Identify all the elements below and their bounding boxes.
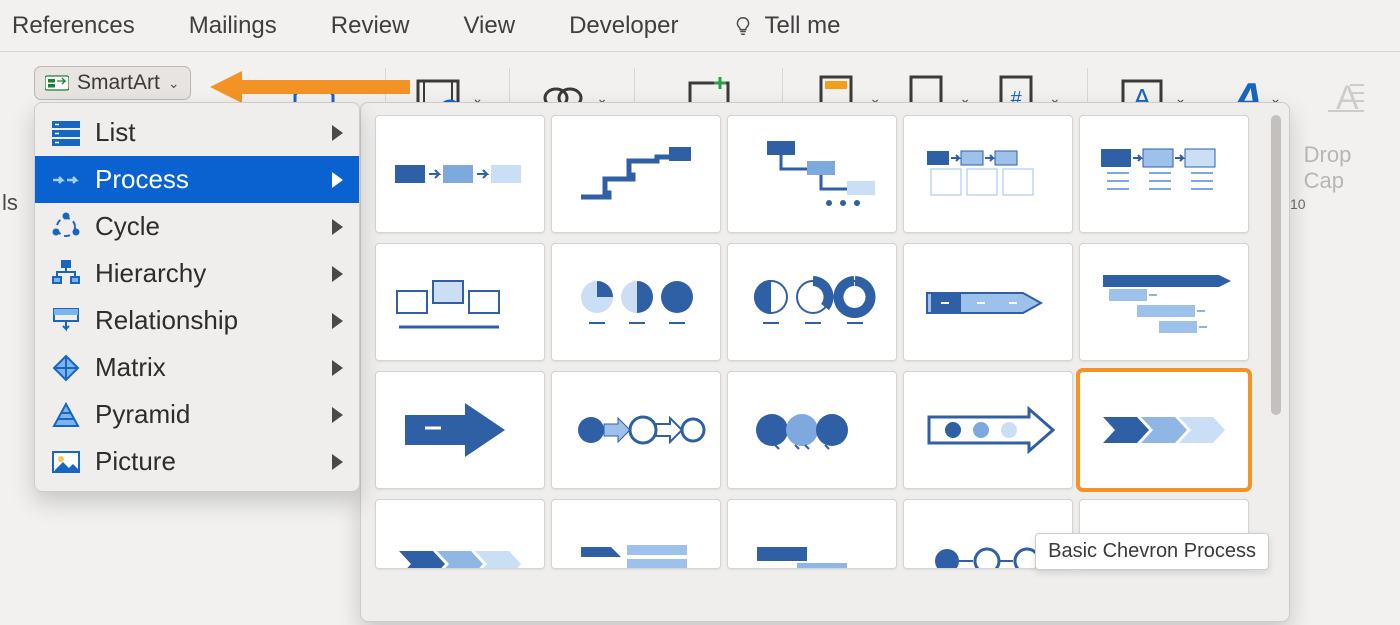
process-thumb-dotted-arrow[interactable]	[903, 371, 1073, 489]
process-thumb-circle-arrows[interactable]	[551, 371, 721, 489]
smartart-process-gallery: Basic Chevron Process	[360, 102, 1290, 622]
gallery-tooltip: Basic Chevron Process	[1035, 533, 1269, 570]
tab-review[interactable]: Review	[331, 12, 410, 40]
category-label: Pyramid	[95, 399, 190, 430]
smartart-label: SmartArt	[77, 71, 160, 95]
pyramid-icon	[51, 400, 81, 430]
left-stub-label: ls	[0, 190, 20, 216]
submenu-arrow-icon	[332, 125, 343, 141]
submenu-arrow-icon	[332, 172, 343, 188]
process-thumb-picture-accent[interactable]	[375, 243, 545, 361]
dropcap-button: A	[1318, 62, 1372, 134]
scrollbar-thumb[interactable]	[1271, 115, 1281, 415]
chevron-down-icon: ⌄	[168, 75, 180, 92]
smartart-category-relationship[interactable]: Relationship	[35, 297, 359, 344]
process-thumb-arrow-ribbon[interactable]	[903, 243, 1073, 361]
category-label: Picture	[95, 446, 176, 477]
smartart-category-hierarchy[interactable]: Hierarchy	[35, 250, 359, 297]
smartart-category-menu: List Process Cycle Hierarchy	[34, 102, 360, 492]
process-thumb-staggered[interactable]	[727, 499, 897, 569]
ribbon-tabs: References Mailings Review View Develope…	[0, 0, 1400, 52]
relationship-icon	[51, 306, 81, 336]
dropcap-label: Drop Cap	[1304, 142, 1386, 194]
lightbulb-icon	[732, 15, 754, 37]
process-thumb-segmented[interactable]	[551, 499, 721, 569]
category-label: Matrix	[95, 352, 166, 383]
process-thumb-large-arrow[interactable]	[375, 371, 545, 489]
tab-developer[interactable]: Developer	[569, 12, 678, 40]
submenu-arrow-icon	[332, 454, 343, 470]
submenu-arrow-icon	[332, 266, 343, 282]
smartart-icon	[45, 74, 69, 92]
submenu-arrow-icon	[332, 360, 343, 376]
submenu-arrow-icon	[332, 313, 343, 329]
smartart-category-pyramid[interactable]: Pyramid	[35, 391, 359, 438]
submenu-arrow-icon	[332, 407, 343, 423]
process-thumb-basic-process[interactable]	[375, 115, 545, 233]
ribbon: SmartArt ⌄ ⌄ ⌄ Media	[0, 52, 1400, 212]
category-label: Relationship	[95, 305, 238, 336]
smartart-category-list[interactable]: List	[35, 109, 359, 156]
smartart-category-picture[interactable]: Picture	[35, 438, 359, 485]
ruler-mark: 10	[1290, 196, 1306, 212]
category-label: Cycle	[95, 211, 160, 242]
tab-mailings[interactable]: Mailings	[189, 12, 277, 40]
process-icon	[51, 165, 81, 195]
tab-tell-me[interactable]: Tell me	[732, 12, 840, 40]
category-label: Hierarchy	[95, 258, 206, 289]
smartart-category-matrix[interactable]: Matrix	[35, 344, 359, 391]
category-label: Process	[95, 164, 189, 195]
process-thumb-pie-process[interactable]	[551, 243, 721, 361]
cycle-icon	[51, 212, 81, 242]
process-thumb-step-up[interactable]	[551, 115, 721, 233]
process-thumb-converging-arrows[interactable]	[1079, 243, 1249, 361]
matrix-icon	[51, 353, 81, 383]
process-thumb-alternating-flow[interactable]	[1079, 115, 1249, 233]
hierarchy-icon	[51, 259, 81, 289]
picture-icon	[51, 447, 81, 477]
submenu-arrow-icon	[332, 219, 343, 235]
process-thumb-accent-process[interactable]	[903, 115, 1073, 233]
tab-references[interactable]: References	[12, 12, 135, 40]
process-thumb-chevron-accent[interactable]	[375, 499, 545, 569]
dropcap-icon: A	[1318, 71, 1372, 125]
process-thumb-interconnected-circles[interactable]	[727, 371, 897, 489]
group-dropcap: A Drop Cap	[1304, 62, 1386, 194]
process-thumb-step-down[interactable]	[727, 115, 897, 233]
smartart-category-cycle[interactable]: Cycle	[35, 203, 359, 250]
tab-view[interactable]: View	[463, 12, 515, 40]
smartart-dropdown-button[interactable]: SmartArt ⌄	[34, 66, 191, 100]
process-thumb-increasing-circle[interactable]	[727, 243, 897, 361]
tell-me-label: Tell me	[764, 12, 840, 40]
category-label: List	[95, 117, 135, 148]
smartart-category-process[interactable]: Process	[35, 156, 359, 203]
list-icon	[51, 118, 81, 148]
process-thumb-basic-chevron[interactable]	[1079, 371, 1249, 489]
